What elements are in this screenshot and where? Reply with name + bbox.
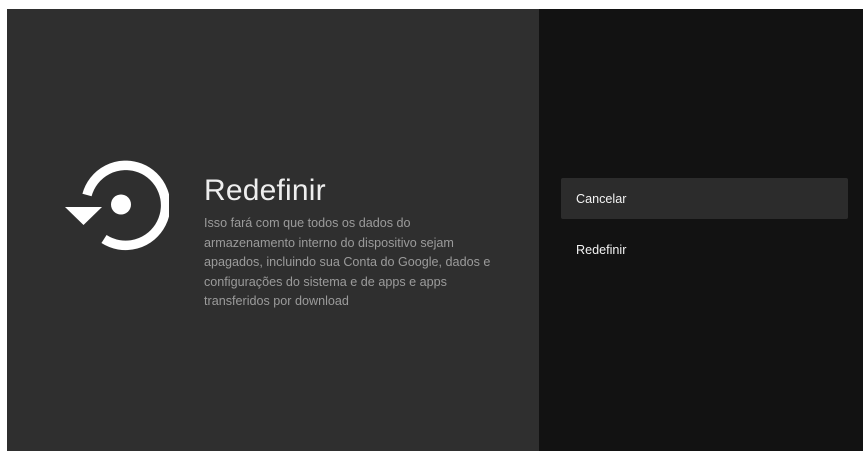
actions-pane: Cancelar Redefinir <box>539 9 863 451</box>
restore-icon <box>65 160 169 251</box>
cancel-button[interactable]: Cancelar <box>561 178 848 219</box>
reset-button-label: Redefinir <box>576 242 627 257</box>
guidance-pane: Redefinir Isso fará com que todos os dad… <box>7 9 539 451</box>
page-description: Isso fará com que todos os dados do arma… <box>204 216 491 308</box>
tv-settings-screen: Redefinir Isso fará com que todos os dad… <box>7 9 863 451</box>
cancel-button-label: Cancelar <box>576 191 627 206</box>
reset-button[interactable]: Redefinir <box>561 229 848 270</box>
page-title: Redefinir <box>204 174 326 207</box>
